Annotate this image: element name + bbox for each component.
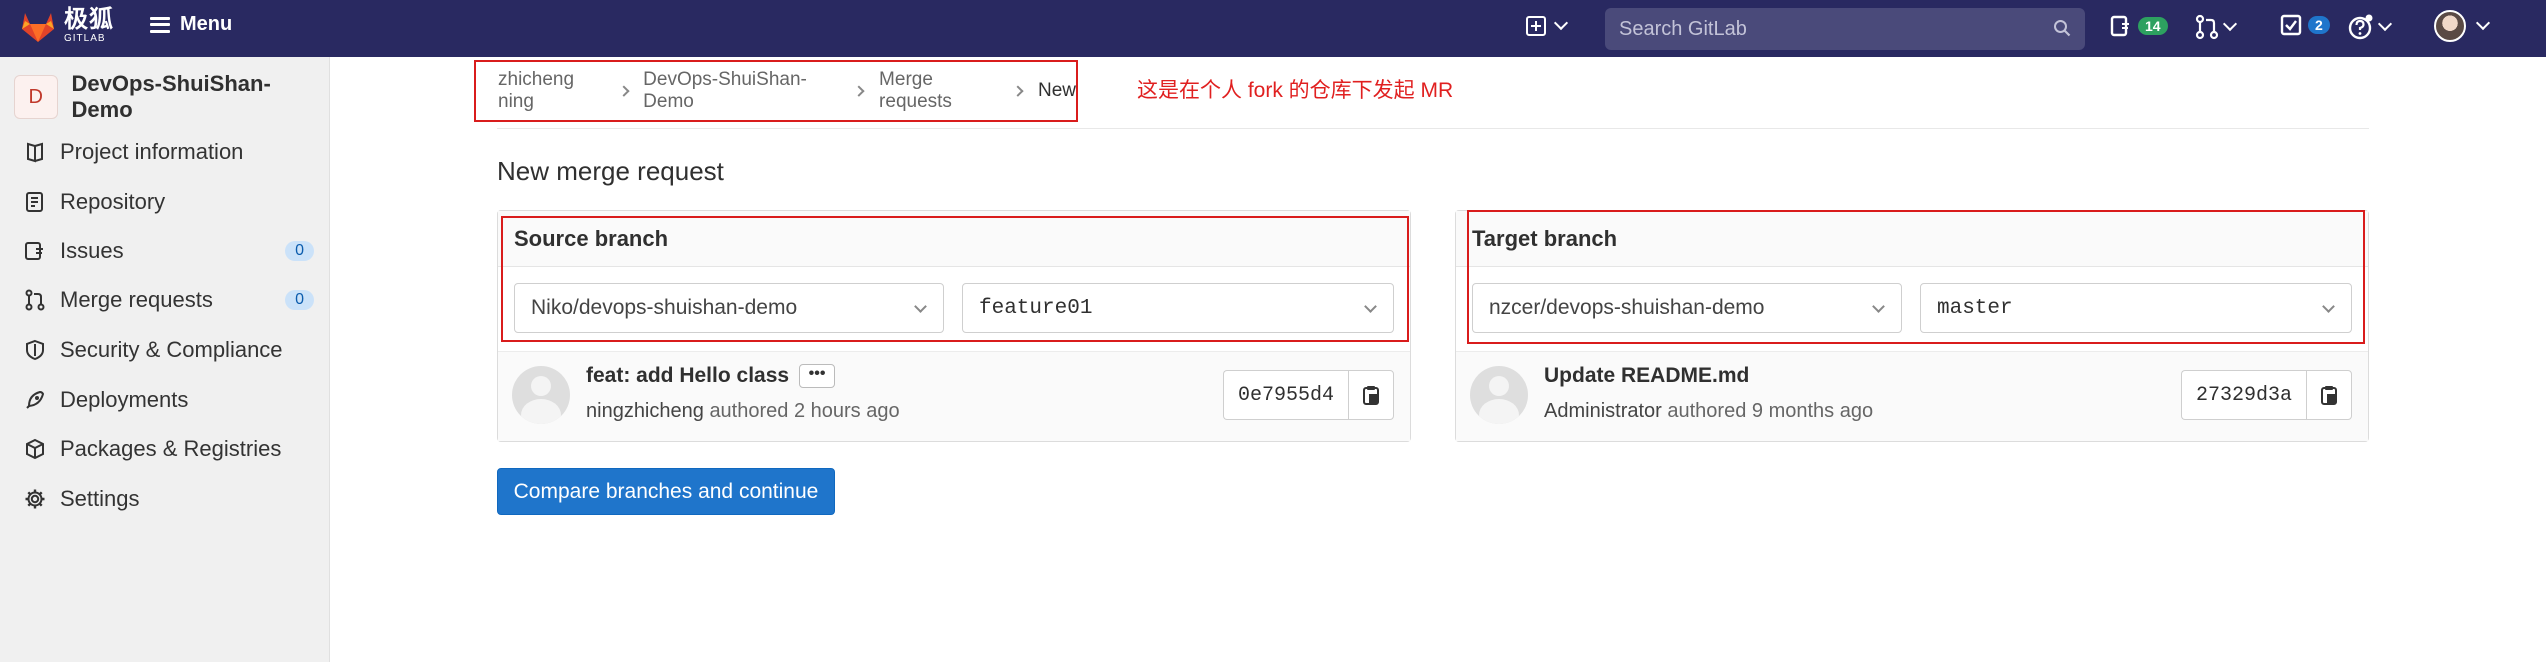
sidebar-item-label: Settings — [60, 486, 140, 511]
project-sidebar: D DevOps-ShuiShan-Demo Project informati… — [0, 57, 330, 662]
copy-sha-button[interactable] — [2306, 370, 2352, 420]
breadcrumb-merge-requests[interactable]: Merge requests — [879, 69, 1002, 113]
breadcrumb-project[interactable]: DevOps-ShuiShan-Demo — [643, 69, 843, 113]
sidebar-project-header[interactable]: D DevOps-ShuiShan-Demo — [14, 71, 329, 123]
search-icon[interactable] — [2053, 19, 2071, 37]
commit-author-avatar — [1470, 366, 1528, 424]
commit-time: authored 2 hours ago — [709, 400, 900, 422]
chevron-down-icon — [2475, 15, 2491, 31]
chevron-right-icon — [1012, 85, 1024, 97]
issues-count-badge: 0 — [285, 241, 314, 261]
sidebar-item-label: Issues — [60, 238, 124, 263]
source-commit-title[interactable]: feat: add Hello class ••• — [586, 364, 836, 388]
compare-branches-button[interactable]: Compare branches and continue — [497, 468, 835, 515]
project-icon — [27, 142, 43, 163]
source-sha-group: 0e7955d4 — [1222, 370, 1394, 420]
commit-time: authored 9 months ago — [1667, 400, 1874, 422]
todo-checkbox-icon — [2280, 14, 2302, 36]
page-title: New merge request — [497, 156, 724, 186]
chevron-right-icon — [853, 85, 865, 97]
commit-sha[interactable]: 0e7955d4 — [1222, 370, 1348, 420]
target-commit-row: Update README.md Administrator authored … — [1456, 351, 2368, 441]
commit-sha[interactable]: 27329d3a — [2180, 370, 2306, 420]
sidebar-item-label: Security & Compliance — [60, 337, 283, 362]
sidebar-item-settings[interactable]: Settings — [24, 486, 314, 512]
copy-sha-button[interactable] — [1348, 370, 1394, 420]
merge-requests-nav-button[interactable] — [2195, 14, 2238, 40]
sidebar-item-deployments[interactable]: Deployments — [24, 387, 314, 413]
sidebar-item-merge-requests[interactable]: Merge requests 0 — [24, 287, 314, 313]
project-name: DevOps-ShuiShan-Demo — [71, 71, 271, 122]
logo-text: 极狐 — [64, 6, 114, 33]
gear-icon — [25, 489, 45, 509]
merge-request-icon — [25, 289, 45, 311]
todos-nav-button[interactable]: 2 — [2280, 14, 2330, 36]
plus-square-icon — [1526, 16, 1546, 36]
gitlab-logo[interactable]: 极狐 GITLAB — [20, 8, 114, 44]
source-commit-meta: ningzhicheng authored 2 hours ago — [586, 400, 900, 423]
todos-count-badge: 2 — [2308, 16, 2330, 34]
commit-author[interactable]: Administrator — [1544, 400, 1662, 422]
clipboard-icon — [1363, 386, 1379, 405]
target-commit-title[interactable]: Update README.md — [1544, 364, 1749, 388]
issues-icon — [25, 242, 43, 260]
ellipsis-toggle-button[interactable]: ••• — [799, 364, 836, 388]
user-avatar — [2434, 10, 2466, 42]
help-nav-button[interactable] — [2348, 14, 2393, 40]
annotation-note: 这是在个人 fork 的仓库下发起 MR — [1137, 79, 1454, 102]
issues-count-badge: 14 — [2138, 17, 2168, 35]
sidebar-item-security-compliance[interactable]: Security & Compliance — [24, 337, 314, 363]
issues-nav-button[interactable]: 14 — [2110, 14, 2168, 38]
sidebar-item-label: Repository — [60, 189, 166, 214]
sidebar-item-label: Project information — [60, 139, 244, 164]
merge-request-icon — [2195, 14, 2219, 40]
sidebar-item-label: Merge requests — [60, 287, 213, 312]
logo-subtext: GITLAB — [64, 33, 106, 44]
create-new-button[interactable] — [1526, 15, 1569, 36]
menu-button[interactable]: Menu — [150, 13, 232, 36]
target-highlight-box — [1467, 210, 2365, 344]
package-icon — [26, 438, 44, 460]
issues-icon — [2110, 15, 2129, 37]
fox-logo-icon — [22, 13, 54, 42]
target-sha-group: 27329d3a — [2180, 370, 2352, 420]
chevron-right-icon — [617, 85, 629, 97]
top-navbar: 极狐 GITLAB Menu 14 — [0, 0, 2546, 57]
sidebar-item-issues[interactable]: Issues 0 — [24, 238, 314, 264]
target-commit-meta: Administrator authored 9 months ago — [1544, 400, 1873, 423]
commit-author[interactable]: ningzhicheng — [586, 400, 704, 422]
commit-title-text[interactable]: Update README.md — [1544, 364, 1749, 388]
search-input[interactable] — [1619, 17, 2039, 41]
rocket-icon — [26, 390, 45, 409]
chevron-down-icon — [2222, 16, 2238, 32]
sidebar-item-repository[interactable]: Repository — [24, 189, 314, 215]
breadcrumb-current[interactable]: New — [1038, 80, 1076, 102]
chevron-down-icon — [2377, 16, 2393, 32]
source-commit-row: feat: add Hello class ••• ningzhicheng a… — [498, 351, 1410, 441]
divider — [497, 128, 2369, 129]
chevron-down-icon — [1553, 15, 1569, 31]
repository-icon — [26, 192, 43, 212]
sidebar-item-label: Packages & Registries — [60, 436, 282, 461]
merge-requests-count-badge: 0 — [285, 290, 314, 310]
commit-title-text[interactable]: feat: add Hello class — [586, 364, 789, 388]
source-highlight-box — [501, 216, 1409, 342]
shield-icon — [26, 339, 44, 361]
breadcrumb: zhicheng ning DevOps-ShuiShan-Demo Merge… — [474, 60, 1078, 122]
project-avatar: D — [14, 75, 58, 119]
help-question-icon — [2348, 14, 2373, 40]
search-box — [1605, 8, 2085, 50]
hamburger-icon — [150, 16, 170, 33]
menu-label: Menu — [180, 13, 233, 35]
sidebar-item-project-information[interactable]: Project information — [24, 139, 314, 165]
commit-author-avatar — [512, 366, 570, 424]
user-menu-button[interactable] — [2434, 10, 2491, 42]
clipboard-icon — [2321, 386, 2337, 405]
sidebar-item-label: Deployments — [60, 387, 189, 412]
breadcrumb-user[interactable]: zhicheng ning — [498, 69, 608, 113]
sidebar-item-packages-registries[interactable]: Packages & Registries — [24, 436, 314, 462]
